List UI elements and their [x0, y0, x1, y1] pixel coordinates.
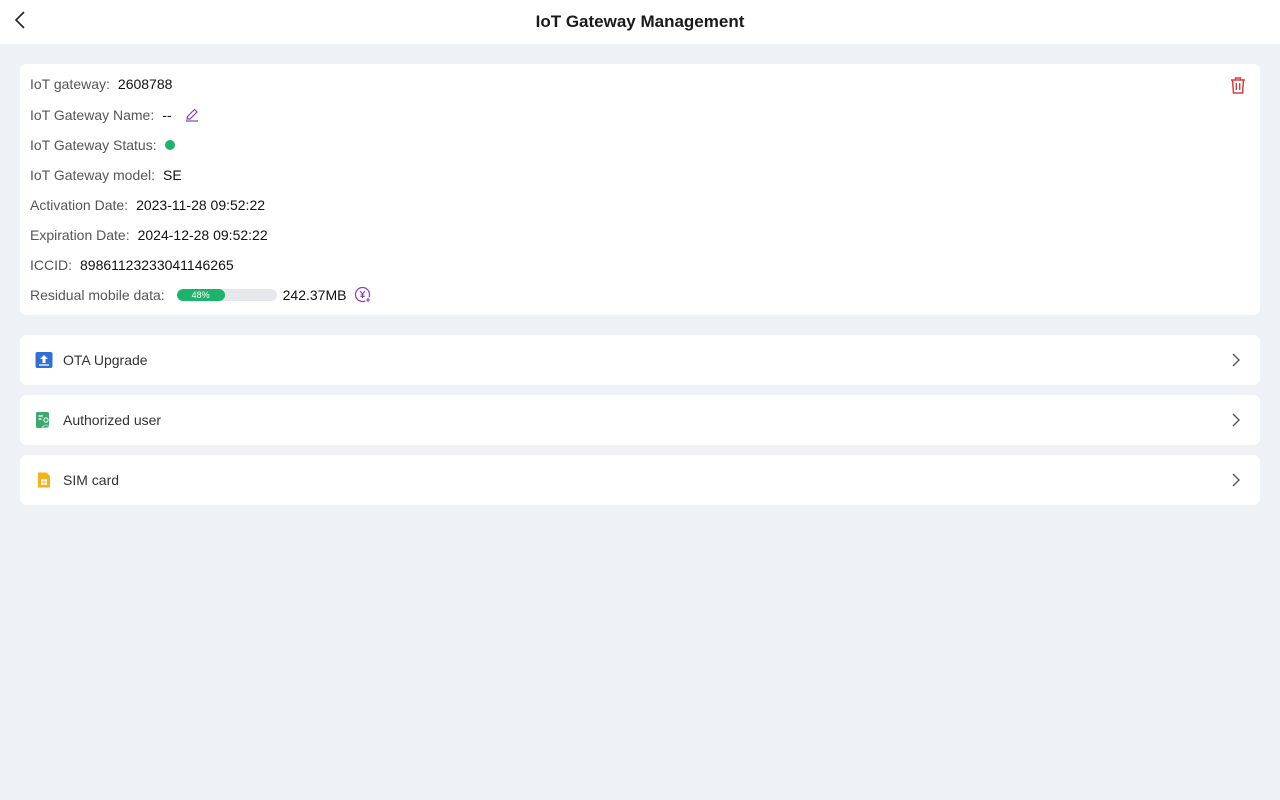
sim-card-icon	[35, 471, 53, 489]
menu-item-label: OTA Upgrade	[63, 352, 148, 368]
data-progress-fill: 48%	[176, 289, 225, 301]
gateway-model-value: SE	[163, 167, 182, 183]
data-progress-text: 48%	[191, 290, 210, 300]
gateway-id-row: IoT gateway: 2608788	[30, 74, 172, 94]
gateway-status-label: IoT Gateway Status:	[30, 137, 157, 153]
menu-item-ota-upgrade[interactable]: OTA Upgrade	[20, 335, 1260, 385]
activation-date-label: Activation Date:	[30, 197, 129, 213]
data-progress-bar: 48%	[176, 289, 277, 301]
status-online-indicator	[164, 140, 175, 150]
gateway-info-card: IoT gateway: 2608788 IoT Gateway Name: -…	[20, 64, 1260, 315]
gateway-name-label: IoT Gateway Name:	[30, 107, 155, 123]
expiration-date-value: 2024-12-28 09:52:22	[137, 227, 268, 243]
chevron-left-icon	[14, 11, 25, 29]
delete-icon[interactable]	[1228, 75, 1248, 95]
gateway-id-value: 2608788	[117, 76, 173, 92]
chevron-right-icon	[1228, 352, 1244, 368]
iccid-label: ICCID:	[30, 257, 72, 273]
gateway-name-row: IoT Gateway Name: --	[30, 105, 200, 125]
recharge-icon[interactable]	[354, 286, 372, 304]
menu-item-sim-card[interactable]: SIM card	[20, 455, 1260, 505]
iccid-row: ICCID: 89861123233041146265	[30, 255, 234, 275]
top-bar: IoT Gateway Management	[0, 0, 1280, 44]
chevron-right-icon	[1228, 472, 1244, 488]
back-button[interactable]	[8, 8, 32, 32]
activation-date-row: Activation Date: 2023-11-28 09:52:22	[30, 195, 265, 215]
gateway-model-label: IoT Gateway model:	[30, 167, 156, 183]
expiration-date-row: Expiration Date: 2024-12-28 09:52:22	[30, 225, 268, 245]
menu-item-label: Authorized user	[63, 412, 162, 428]
iccid-value: 89861123233041146265	[80, 257, 234, 273]
page-title: IoT Gateway Management	[535, 12, 745, 31]
expiration-date-label: Expiration Date:	[30, 227, 130, 243]
residual-data-amount: 242.37MB	[282, 287, 347, 303]
residual-data-label: Residual mobile data:	[30, 287, 165, 303]
gateway-name-value: --	[162, 107, 172, 123]
edit-icon[interactable]	[184, 107, 200, 123]
gateway-model-row: IoT Gateway model: SE	[30, 165, 182, 185]
menu-item-authorized-user[interactable]: Authorized user	[20, 395, 1260, 445]
activation-date-value: 2023-11-28 09:52:22	[136, 197, 266, 213]
gateway-status-row: IoT Gateway Status:	[30, 135, 175, 155]
menu-item-label: SIM card	[63, 472, 120, 488]
upload-icon	[35, 351, 53, 369]
chevron-right-icon	[1228, 412, 1244, 428]
authorized-user-icon	[35, 411, 53, 429]
gateway-id-label: IoT gateway:	[30, 76, 110, 92]
residual-data-row: Residual mobile data: 48% 242.37MB	[30, 285, 372, 305]
